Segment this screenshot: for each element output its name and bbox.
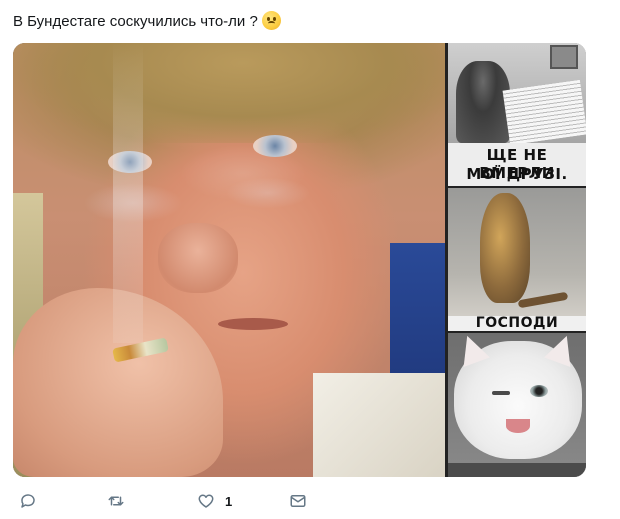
confused-face-emoji-icon xyxy=(261,11,281,30)
like-button[interactable]: 1 xyxy=(197,489,232,513)
retweet-button[interactable] xyxy=(107,489,125,513)
tweet-text: В Бундестаге соскучились что-ли ? xyxy=(13,11,281,32)
envelope-icon xyxy=(290,495,306,507)
partial-header-link[interactable] xyxy=(40,0,110,1)
meme-caption-line-2: МОЇ ДРУЗІ. xyxy=(466,165,568,183)
media-meme-panel-3[interactable] xyxy=(448,333,586,477)
media-photo-main[interactable] xyxy=(13,43,445,477)
tweet-actions-bar: 1 xyxy=(13,489,573,513)
direct-message-button[interactable] xyxy=(289,489,307,513)
reply-icon xyxy=(21,494,35,508)
like-count: 1 xyxy=(225,493,233,509)
reply-button[interactable] xyxy=(19,489,37,513)
meme-caption-line: ГОСПОДИ xyxy=(475,315,559,331)
media-meme-panel-1[interactable]: ЩЕ НЕ ВМЕРЛИ МОЇ ДРУЗІ. xyxy=(448,43,586,186)
heart-icon xyxy=(198,494,214,508)
tweet-media-grid[interactable]: ЩЕ НЕ ВМЕРЛИ МОЇ ДРУЗІ. ГОСПОДИ xyxy=(13,43,586,477)
media-meme-panel-2[interactable]: ГОСПОДИ xyxy=(448,188,586,331)
tweet-text-content: В Бундестаге соскучились что-ли ? xyxy=(13,13,258,30)
retweet-icon xyxy=(108,496,124,506)
